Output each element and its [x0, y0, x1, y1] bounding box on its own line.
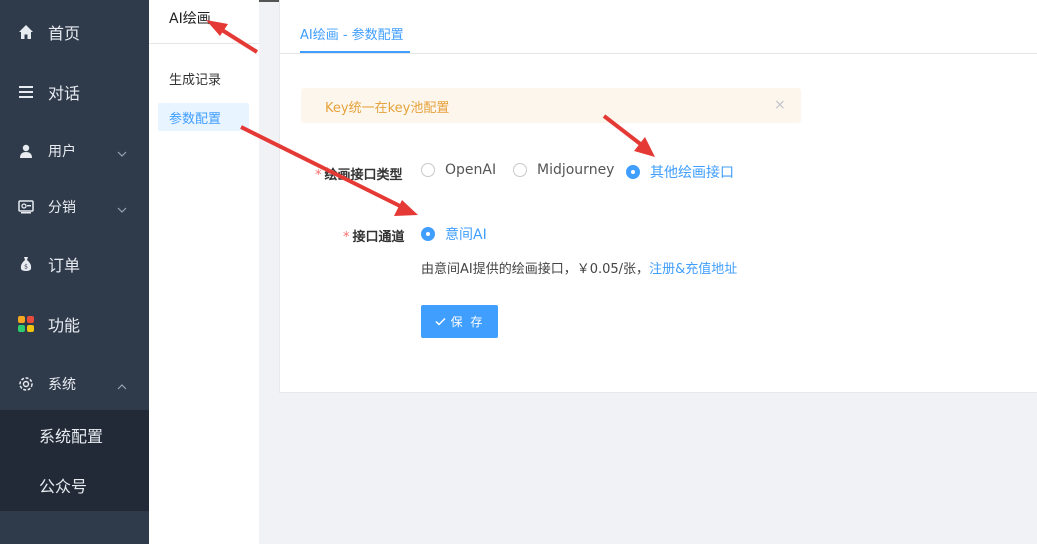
system-submenu: 系统配置 公众号	[0, 410, 149, 511]
required-mark: *	[315, 168, 322, 183]
radio-midjourney[interactable]: Midjourney	[513, 162, 614, 178]
radio-yijian-ai[interactable]: 意间AI	[421, 224, 487, 244]
register-recharge-link[interactable]: 注册&充值地址	[649, 262, 737, 277]
sidebar-item-label: 分销	[48, 200, 76, 216]
distribution-icon	[17, 198, 35, 216]
chevron-down-icon	[116, 145, 128, 157]
check-icon	[435, 315, 446, 329]
sidebar-item-chat[interactable]: 对话	[0, 64, 149, 120]
radio-openai[interactable]: OpenAI	[421, 162, 496, 178]
radio-other-api[interactable]: 其他绘画接口	[626, 162, 734, 182]
submenu-item-official-account[interactable]: 公众号	[0, 460, 149, 510]
radio-label: 其他绘画接口	[650, 165, 734, 181]
api-type-label-text: 绘画接口类型	[324, 168, 403, 183]
grid-icon	[17, 315, 35, 333]
sidebar-item-orders[interactable]: $ 订单	[0, 236, 149, 292]
money-bag-icon: $	[17, 255, 35, 273]
sidebar-item-features[interactable]: 功能	[0, 296, 149, 352]
channel-label-text: 接口通道	[352, 230, 405, 245]
save-button[interactable]: 保 存	[421, 305, 498, 338]
radio-checked-icon	[626, 165, 640, 179]
submenu-item-system-config[interactable]: 系统配置	[0, 410, 149, 460]
home-icon	[17, 23, 35, 41]
sidebar-item-label: 对话	[48, 84, 81, 103]
secondary-sidebar: AI绘画 生成记录 参数配置	[149, 0, 259, 544]
submenu-item-label: 公众号	[39, 477, 88, 496]
sidebar-item-label: 用户	[48, 144, 76, 160]
main-sidebar: 首页 对话 用户 分销 $ 订单 功能 系统 系统配置 公众号	[0, 0, 149, 544]
subnav-item-params[interactable]: 参数配置	[158, 103, 249, 131]
sidebar-item-label: 系统	[48, 377, 76, 393]
subnav-title: AI绘画	[169, 11, 211, 27]
subnav-item-label: 生成记录	[169, 72, 222, 88]
sidebar-item-label: 首页	[48, 24, 81, 43]
description-text: 由意间AI提供的绘画接口，￥0.05/张，	[421, 262, 650, 277]
radio-checked-icon	[421, 227, 435, 241]
chevron-down-icon	[116, 201, 128, 213]
radio-label: Midjourney	[537, 162, 615, 178]
tab-active-indicator	[300, 51, 410, 53]
user-icon	[17, 142, 35, 160]
main-panel: AI绘画 - 参数配置 Key统一在key池配置 × * 绘画接口类型 OpenA…	[279, 0, 1037, 393]
sidebar-item-distribution[interactable]: 分销	[0, 179, 149, 235]
save-button-label: 保 存	[450, 315, 485, 329]
api-type-label: * 绘画接口类型	[315, 164, 403, 183]
sidebar-item-system[interactable]: 系统	[0, 356, 149, 412]
radio-label: 意间AI	[445, 227, 487, 243]
channel-label: * 接口通道	[343, 226, 405, 245]
tab-params-config[interactable]: AI绘画 - 参数配置	[300, 24, 404, 43]
sidebar-item-label: 订单	[48, 256, 81, 275]
subnav-item-records[interactable]: 生成记录	[158, 64, 249, 92]
info-alert: Key统一在key池配置 ×	[301, 88, 801, 123]
sidebar-item-label: 功能	[48, 316, 81, 335]
channel-description: 由意间AI提供的绘画接口，￥0.05/张，注册&充值地址	[421, 258, 737, 277]
tab-bar: AI绘画 - 参数配置	[280, 0, 1037, 54]
sidebar-item-home[interactable]: 首页	[0, 4, 149, 60]
divider	[149, 43, 259, 44]
required-mark: *	[343, 230, 350, 245]
radio-label: OpenAI	[445, 162, 497, 178]
list-icon	[17, 83, 35, 101]
radio-circle-icon	[513, 163, 527, 177]
sidebar-item-users[interactable]: 用户	[0, 123, 149, 179]
svg-text:$: $	[24, 264, 28, 271]
submenu-item-label: 系统配置	[39, 427, 104, 446]
subnav-item-label: 参数配置	[169, 111, 222, 127]
chevron-up-icon	[116, 378, 128, 390]
gear-icon	[17, 375, 35, 393]
close-icon[interactable]: ×	[774, 97, 786, 113]
radio-circle-icon	[421, 163, 435, 177]
alert-text: Key统一在key池配置	[325, 101, 450, 116]
